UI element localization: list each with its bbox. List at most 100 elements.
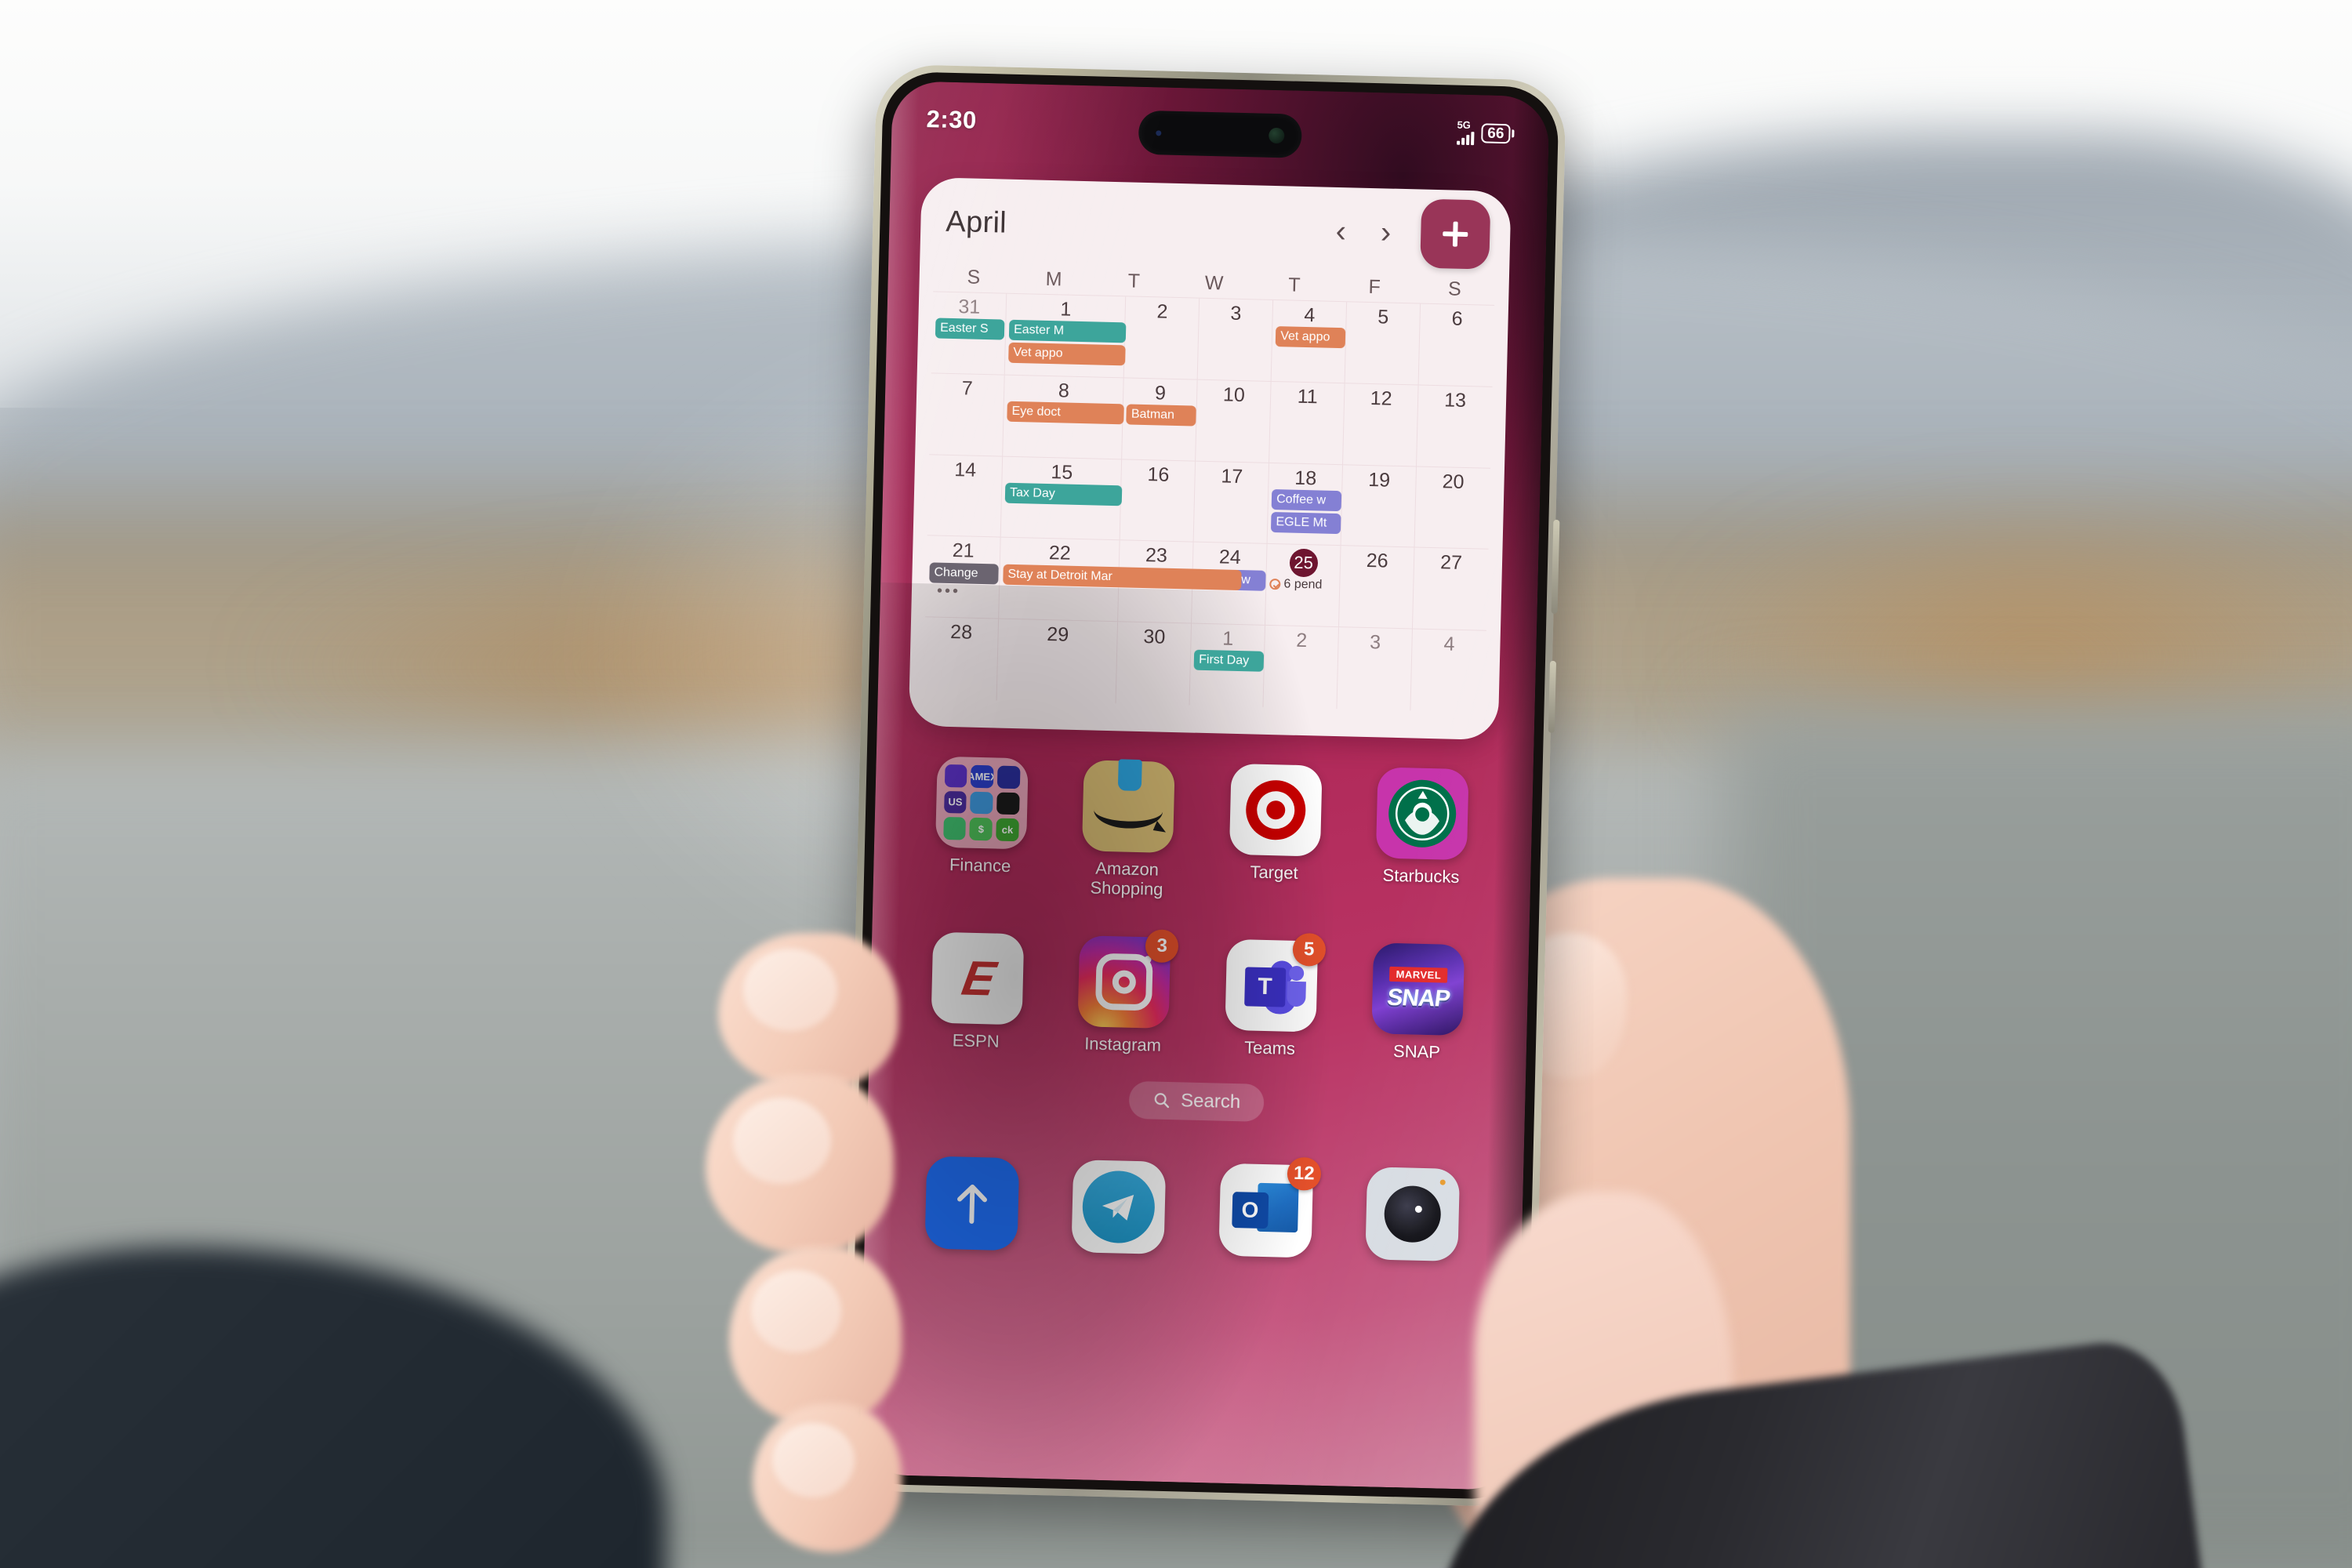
target-icon[interactable]: [1229, 763, 1323, 857]
telegram-icon[interactable]: [1071, 1160, 1167, 1254]
calendar-day-cell[interactable]: 4 Vet appo: [1271, 299, 1348, 384]
app-label: Finance: [949, 855, 1011, 876]
add-event-button[interactable]: [1420, 198, 1491, 270]
calendar-day-cell[interactable]: 3: [1197, 298, 1274, 382]
app-shortcut[interactable]: E ESPN: [902, 931, 1052, 1053]
calendar-day-cell[interactable]: 4: [1410, 630, 1486, 713]
instagram-icon[interactable]: 3: [1077, 929, 1179, 1029]
search-pill[interactable]: Search: [1128, 1080, 1265, 1122]
calendar-day-cell[interactable]: 18 Coffee w EGLE Mt: [1267, 463, 1344, 546]
calendar-day-cell[interactable]: 12: [1343, 383, 1419, 467]
file-transfer-icon[interactable]: [924, 1156, 1020, 1251]
calendar-event-chip[interactable]: First Day: [1193, 650, 1264, 673]
calendar-day-cell[interactable]: 7: [929, 373, 1005, 457]
calendar-day-cell[interactable]: 9 Batman: [1122, 378, 1198, 462]
more-events-indicator[interactable]: •••: [929, 582, 996, 600]
calendar-event-chip[interactable]: Change: [929, 562, 1000, 585]
outlook-icon[interactable]: O 12: [1218, 1156, 1322, 1258]
day-number: 30: [1143, 626, 1166, 648]
camera-island: [1138, 110, 1302, 158]
calendar-day-cell[interactable]: 14: [927, 454, 1004, 538]
day-number: 3: [1230, 302, 1242, 325]
next-month-button[interactable]: ›: [1363, 215, 1408, 249]
calendar-day-cell[interactable]: 27: [1413, 547, 1489, 631]
search-icon: [1154, 1093, 1170, 1109]
day-number: 22: [1048, 542, 1072, 565]
day-number-wrap: 4: [1276, 304, 1344, 326]
app-label: SNAP: [1392, 1040, 1441, 1062]
battery-tip: [1512, 129, 1515, 138]
calendar-day-cell[interactable]: 15 Tax Day: [1000, 456, 1123, 541]
day-number-today: 25: [1289, 548, 1319, 578]
calendar-event-chip[interactable]: Vet appo: [1008, 342, 1126, 366]
marvel-snap-icon[interactable]: MARVEL SNAP: [1371, 942, 1465, 1036]
calendar-day-cell[interactable]: 1 First Day: [1189, 623, 1266, 707]
app-shortcut[interactable]: AMEX US $ ck Finance: [906, 756, 1057, 897]
app-shortcut[interactable]: O 12: [1191, 1156, 1340, 1259]
app-shortcut[interactable]: 3 Instagram: [1049, 929, 1199, 1056]
plus-icon: [1443, 221, 1468, 247]
prev-month-button[interactable]: ‹: [1318, 214, 1363, 249]
calendar-day-cell[interactable]: 17: [1193, 461, 1270, 545]
app-shortcut[interactable]: [1338, 1166, 1487, 1262]
calendar-day-cell[interactable]: 25 6 pend: [1265, 544, 1341, 628]
calendar-event-chip[interactable]: Batman: [1126, 404, 1196, 426]
calendar-day-cell[interactable]: 2: [1263, 626, 1340, 710]
calendar-day-cell[interactable]: 8 Eye doct: [1003, 375, 1124, 459]
folder-icon-finance[interactable]: AMEX US $ ck: [935, 756, 1029, 850]
starbucks-icon[interactable]: [1376, 767, 1469, 861]
calendar-day-cell[interactable]: 5: [1345, 302, 1421, 386]
day-number-wrap: 21: [930, 539, 997, 562]
calendar-day-cell[interactable]: 2: [1123, 296, 1200, 380]
calendar-day-cell[interactable]: 29: [996, 619, 1119, 704]
calendar-event-chip[interactable]: EGLE Mt: [1271, 511, 1341, 534]
app-shortcut[interactable]: [1044, 1159, 1193, 1255]
calendar-day-cell[interactable]: 21 Change •••: [925, 535, 1001, 619]
calendar-event-chip[interactable]: Coffee w: [1271, 488, 1341, 511]
pending-tasks-row[interactable]: 6 pend: [1269, 577, 1336, 593]
calendar-grid[interactable]: 31 Easter S 1 Easter M Vet appo 2 3 4 Vet appo 5 6…: [923, 291, 1495, 713]
phone-screen: 2:30 5G 66 April ‹ › S M T W T F S 31 Ea…: [858, 81, 1550, 1490]
day-number-wrap: 4: [1415, 633, 1483, 655]
app-shortcut[interactable]: T 5 Teams: [1196, 932, 1346, 1060]
app-shortcut[interactable]: MARVEL SNAP SNAP: [1343, 942, 1493, 1063]
app-shortcut[interactable]: Starbucks: [1347, 767, 1497, 908]
calendar-day-cell[interactable]: 31 Easter S: [931, 292, 1007, 376]
app-grid-row-1: AMEX US $ ck Finance Amazon Shopping Target Sta…: [906, 756, 1497, 908]
espn-e-logo-icon: E: [958, 951, 997, 1006]
microsoft-teams-icon[interactable]: T5: [1225, 932, 1327, 1033]
day-number: 2: [1295, 630, 1308, 652]
calendar-event-chip[interactable]: Vet appo: [1275, 326, 1345, 349]
calendar-day-cell[interactable]: 3: [1337, 627, 1414, 711]
calendar-day-cell[interactable]: 28: [923, 617, 1000, 701]
calendar-event-chip[interactable]: Easter M: [1008, 319, 1127, 343]
espn-icon[interactable]: E: [931, 931, 1025, 1025]
weekday-header: T: [1127, 270, 1141, 292]
day-number: 28: [949, 621, 973, 644]
calendar-day-cell[interactable]: 22 Stay at Detroit Mar: [999, 537, 1242, 622]
calendar-day-cell[interactable]: 20: [1414, 466, 1490, 550]
calendar-day-cell[interactable]: 19: [1341, 464, 1417, 548]
day-number: 2: [1156, 300, 1168, 323]
fingernail-pinky: [772, 1423, 855, 1497]
calendar-day-cell[interactable]: 30: [1116, 622, 1192, 706]
day-number: 26: [1366, 550, 1388, 573]
day-number: 31: [958, 296, 981, 318]
calendar-event-chip[interactable]: Easter S: [935, 318, 1005, 340]
calendar-day-cell[interactable]: 6: [1418, 303, 1495, 387]
day-number: 7: [961, 377, 974, 400]
calendar-widget[interactable]: April ‹ › SMTWTFS 31 Easter S 1 Easter M Vet…: [908, 176, 1512, 741]
amazon-shopping-icon[interactable]: [1082, 759, 1175, 854]
calendar-day-cell[interactable]: 10: [1196, 379, 1272, 463]
app-shortcut[interactable]: Amazon Shopping: [1053, 759, 1203, 900]
camera-icon[interactable]: [1365, 1167, 1461, 1262]
calendar-day-cell[interactable]: 13: [1417, 385, 1493, 469]
calendar-day-cell[interactable]: 26: [1339, 546, 1415, 630]
calendar-day-cell[interactable]: 16: [1120, 459, 1196, 543]
app-shortcut[interactable]: Target: [1200, 763, 1350, 904]
calendar-day-cell[interactable]: 1 Easter M Vet appo: [1004, 293, 1127, 379]
calendar-day-cell[interactable]: 11: [1269, 381, 1345, 465]
app-shortcut[interactable]: [897, 1156, 1046, 1252]
calendar-event-chip[interactable]: Eye doct: [1007, 401, 1124, 425]
calendar-event-chip[interactable]: Tax Day: [1004, 482, 1123, 506]
